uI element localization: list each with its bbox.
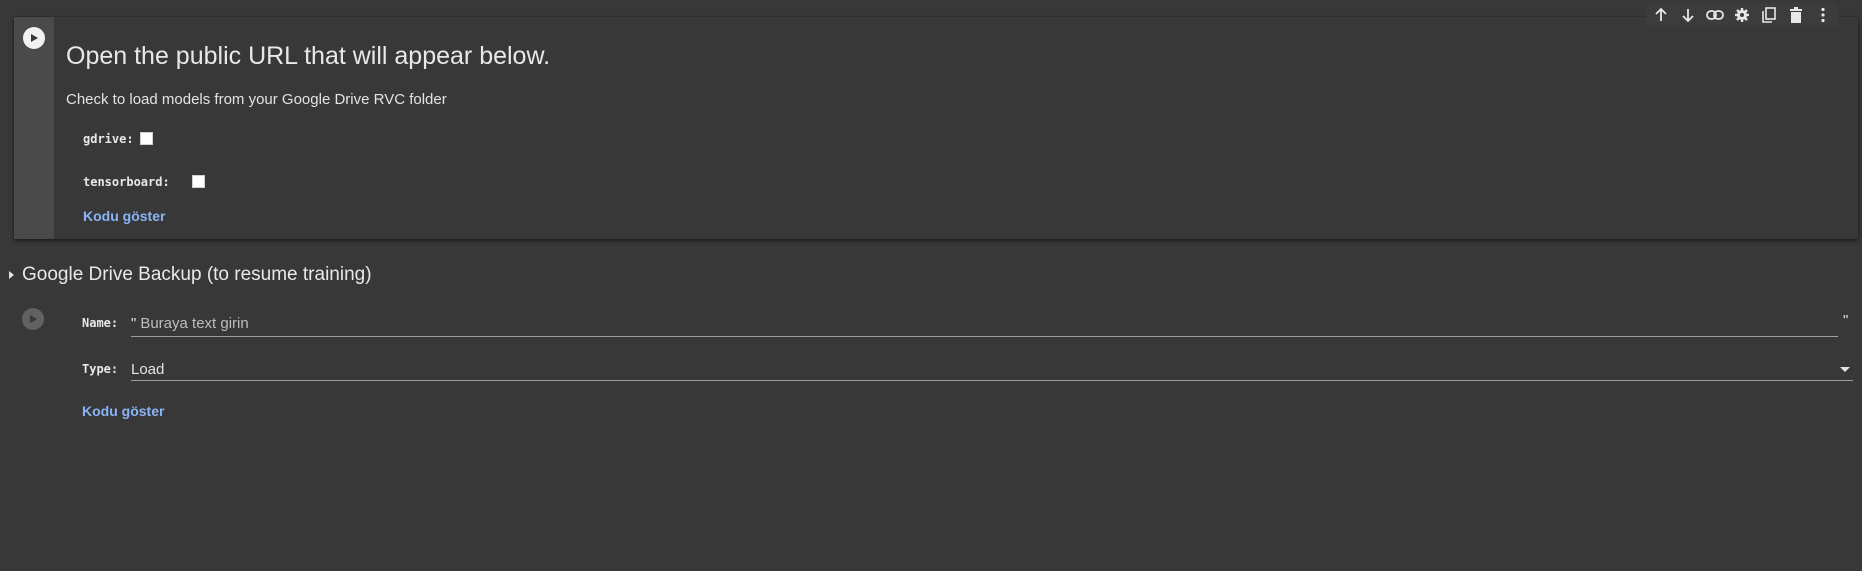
link-icon — [1706, 10, 1724, 20]
copy-button[interactable] — [1757, 3, 1781, 27]
delete-button[interactable] — [1784, 3, 1808, 27]
run-cell-button-2[interactable] — [22, 308, 44, 330]
arrow-down-icon — [1682, 9, 1694, 23]
cell-toolbar — [1646, 3, 1838, 27]
tensorboard-checkbox[interactable] — [192, 175, 205, 188]
show-code-link-2[interactable]: Kodu göster — [82, 403, 164, 419]
gdrive-checkbox[interactable] — [140, 132, 153, 145]
move-up-button[interactable] — [1649, 3, 1673, 27]
section-title: Google Drive Backup (to resume training) — [22, 264, 372, 285]
type-label: Type: — [82, 362, 119, 376]
gdrive-label: gdrive: — [83, 132, 134, 146]
copy-icon — [1762, 7, 1776, 23]
name-input[interactable] — [136, 314, 1741, 332]
cell-gutter — [14, 17, 54, 239]
trash-icon — [1790, 7, 1802, 23]
arrow-up-icon — [1655, 7, 1667, 21]
move-down-button[interactable] — [1676, 3, 1700, 27]
type-select[interactable]: Load — [131, 358, 1853, 381]
expand-caret-icon[interactable] — [0, 264, 22, 286]
play-icon — [31, 34, 38, 42]
cell-description: Check to load models from your Google Dr… — [66, 91, 447, 108]
name-label: Name: — [82, 316, 119, 330]
chevron-right-icon — [9, 271, 14, 279]
show-code-link[interactable]: Kodu göster — [83, 208, 165, 224]
gear-icon — [1735, 8, 1749, 22]
name-field[interactable]: " — [131, 310, 1838, 337]
tensorboard-label: tensorboard: — [83, 175, 170, 189]
play-icon — [30, 315, 37, 323]
link-button[interactable] — [1703, 3, 1727, 27]
more-options-button[interactable] — [1811, 3, 1835, 27]
more-vert-icon — [1821, 7, 1825, 23]
section-header[interactable]: Google Drive Backup (to resume training) — [0, 262, 372, 288]
type-select-value: Load — [131, 360, 165, 378]
cell-title: Open the public URL that will appear bel… — [66, 42, 551, 70]
run-cell-button[interactable] — [23, 27, 45, 49]
settings-button[interactable] — [1730, 3, 1754, 27]
dropdown-arrow-icon — [1840, 367, 1850, 372]
close-quote: " — [1843, 312, 1849, 329]
code-cell-open-url[interactable]: Open the public URL that will appear bel… — [14, 17, 1858, 239]
